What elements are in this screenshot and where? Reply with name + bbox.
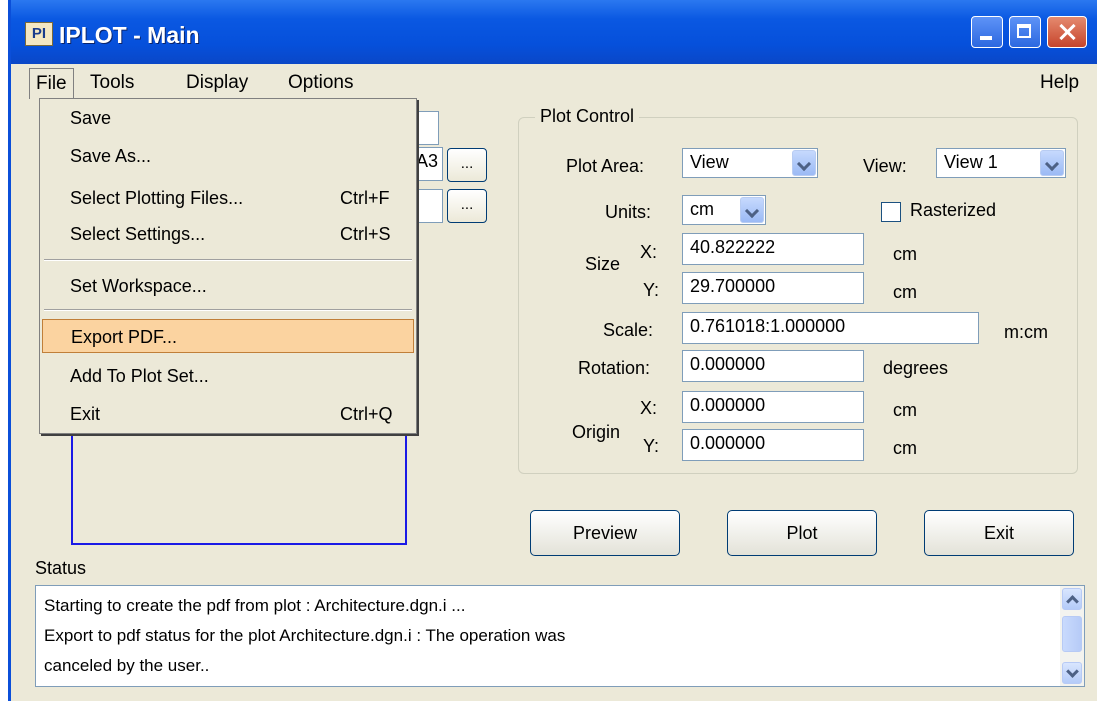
rasterized-label: Rasterized — [910, 200, 997, 220]
status-line: Starting to create the pdf from plot : A… — [44, 596, 466, 615]
main-window: PI IPLOT - Main File Tools Display Optio… — [8, 0, 1097, 701]
chevron-down-icon[interactable] — [1040, 150, 1064, 176]
menu-file[interactable]: File — [29, 68, 74, 99]
size-x-label: X: — [640, 242, 658, 262]
menu-display[interactable]: Display — [181, 72, 253, 94]
menu-item-label: Save As... — [70, 146, 152, 166]
menu-item-label: Select Settings... — [70, 224, 206, 244]
app-icon: PI — [25, 22, 53, 46]
view-select[interactable]: View 1 — [936, 148, 1066, 178]
rotation-label: Rotation: — [578, 358, 651, 378]
size-y-input[interactable]: 29.700000 — [682, 272, 864, 304]
status-line: canceled by the user.. — [44, 656, 210, 675]
menu-bar: File Tools Display Options Help — [11, 64, 1097, 102]
menu-item-exit[interactable]: Exit Ctrl+Q — [42, 397, 414, 431]
menu-item-label: Add To Plot Set... — [70, 366, 209, 386]
plot-area-value: View — [690, 152, 729, 172]
chevron-down-icon[interactable] — [740, 197, 764, 223]
menu-item-set-workspace[interactable]: Set Workspace... — [42, 269, 414, 303]
status-label: Status — [35, 558, 87, 578]
close-button[interactable] — [1047, 16, 1087, 48]
origin-y-input[interactable]: 0.000000 — [682, 429, 864, 461]
scale-label: Scale: — [603, 320, 654, 340]
origin-label: Origin — [572, 422, 621, 442]
menu-item-shortcut: Ctrl+Q — [340, 404, 393, 424]
menu-item-save-as[interactable]: Save As... — [42, 139, 414, 173]
origin-y-unit: cm — [893, 438, 917, 458]
menu-item-shortcut: Ctrl+S — [340, 224, 391, 244]
menu-tools[interactable]: Tools — [85, 72, 139, 94]
view-label: View: — [863, 156, 907, 176]
menu-options[interactable]: Options — [283, 72, 358, 94]
plot-preview-area — [71, 420, 407, 545]
units-label: Units: — [605, 202, 652, 222]
size-x-unit: cm — [893, 244, 917, 264]
scroll-up-icon[interactable] — [1062, 588, 1082, 610]
plot-control-legend: Plot Control — [535, 106, 640, 127]
rotation-input[interactable]: 0.000000 — [682, 350, 864, 382]
exit-button[interactable]: Exit — [924, 510, 1074, 556]
origin-x-input[interactable]: 0.000000 — [682, 391, 864, 423]
minimize-button[interactable] — [971, 16, 1003, 48]
menu-item-select-plotting-files[interactable]: Select Plotting Files... Ctrl+F — [42, 181, 414, 215]
size-x-input[interactable]: 40.822222 — [682, 233, 864, 265]
plot-button[interactable]: Plot — [727, 510, 877, 556]
plot-area-label: Plot Area: — [566, 156, 645, 176]
browse-workspace-button[interactable]: ... — [447, 189, 487, 223]
preview-button[interactable]: Preview — [530, 510, 680, 556]
menu-item-save[interactable]: Save — [42, 101, 414, 135]
chevron-down-icon[interactable] — [792, 150, 816, 176]
view-value: View 1 — [944, 152, 998, 172]
file-menu-dropdown: Save Save As... Select Plotting Files...… — [39, 98, 417, 434]
rotation-unit: degrees — [883, 358, 949, 378]
status-line: Export to pdf status for the plot Archit… — [44, 626, 566, 645]
origin-x-unit: cm — [893, 400, 917, 420]
menu-item-export-pdf[interactable]: Export PDF... — [42, 319, 414, 353]
settings-file-value: A3 — [415, 151, 438, 171]
origin-x-label: X: — [640, 398, 658, 418]
origin-y-label: Y: — [643, 436, 660, 456]
menu-item-label: Exit — [70, 404, 101, 424]
rasterized-checkbox[interactable] — [881, 202, 901, 222]
title-bar[interactable]: PI IPLOT - Main — [11, 0, 1097, 64]
menu-separator — [44, 259, 412, 261]
scroll-down-icon[interactable] — [1062, 662, 1082, 684]
menu-item-select-settings[interactable]: Select Settings... Ctrl+S — [42, 217, 414, 251]
menu-item-label: Select Plotting Files... — [70, 188, 244, 208]
browse-settings-button[interactable]: ... — [447, 148, 487, 182]
scale-unit: m:cm — [1004, 322, 1048, 342]
scroll-thumb[interactable] — [1062, 616, 1082, 652]
menu-item-add-to-plot-set[interactable]: Add To Plot Set... — [42, 359, 414, 393]
maximize-button[interactable] — [1009, 16, 1041, 48]
units-value: cm — [690, 199, 714, 219]
size-y-unit: cm — [893, 282, 917, 302]
plot-control-group: Plot Control Plot Area: View View: View … — [518, 106, 1078, 474]
menu-item-label: Save — [70, 108, 112, 128]
menu-separator — [44, 309, 412, 311]
status-scrollbar[interactable] — [1060, 586, 1084, 686]
status-log[interactable]: Starting to create the pdf from plot : A… — [35, 585, 1085, 687]
menu-item-label: Set Workspace... — [70, 276, 207, 296]
plot-area-select[interactable]: View — [682, 148, 818, 178]
menu-item-shortcut: Ctrl+F — [340, 188, 390, 208]
scale-input[interactable]: 0.761018:1.000000 — [682, 312, 979, 344]
menu-help[interactable]: Help — [1035, 72, 1084, 94]
menu-item-label: Export PDF... — [71, 327, 178, 347]
window-title: IPLOT - Main — [59, 22, 200, 48]
units-select[interactable]: cm — [682, 195, 766, 225]
size-label: Size — [585, 254, 621, 274]
size-y-label: Y: — [643, 280, 660, 300]
